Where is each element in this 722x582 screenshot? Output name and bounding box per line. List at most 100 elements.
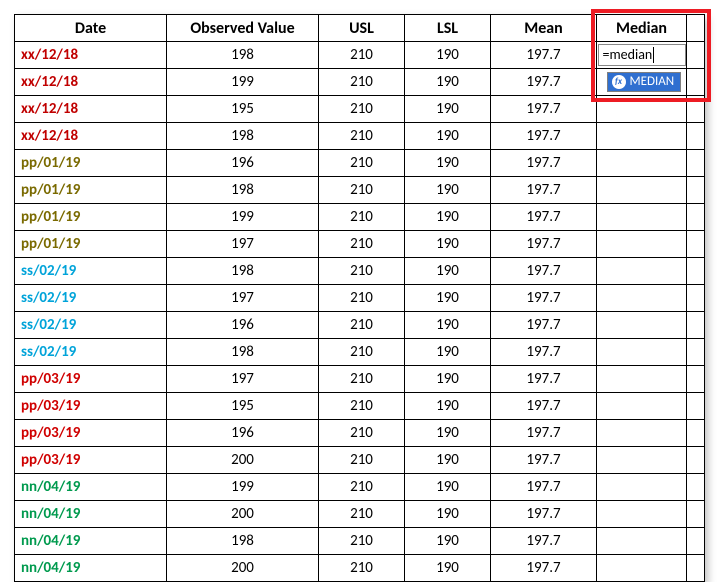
cell-usl[interactable]: 210 — [319, 447, 405, 474]
cell-median[interactable] — [597, 177, 687, 204]
cell-mean[interactable]: 197.7 — [491, 555, 597, 582]
cell-date[interactable]: pp/01/19 — [15, 231, 167, 258]
cell-lsl[interactable]: 190 — [405, 123, 491, 150]
cell-extra[interactable] — [687, 528, 705, 555]
cell-date[interactable]: ss/02/19 — [15, 312, 167, 339]
cell-extra[interactable] — [687, 555, 705, 582]
cell-observed[interactable]: 198 — [167, 177, 319, 204]
cell-median[interactable] — [597, 420, 687, 447]
cell-observed[interactable]: 196 — [167, 420, 319, 447]
cell-lsl[interactable]: 190 — [405, 447, 491, 474]
cell-usl[interactable]: 210 — [319, 339, 405, 366]
cell-usl[interactable]: 210 — [319, 204, 405, 231]
cell-median[interactable] — [597, 366, 687, 393]
cell-median[interactable] — [597, 528, 687, 555]
cell-extra[interactable] — [687, 501, 705, 528]
cell-observed[interactable]: 200 — [167, 555, 319, 582]
cell-median[interactable] — [597, 204, 687, 231]
cell-observed[interactable]: 198 — [167, 123, 319, 150]
cell-usl[interactable]: 210 — [319, 96, 405, 123]
cell-extra[interactable] — [687, 393, 705, 420]
cell-mean[interactable]: 197.7 — [491, 528, 597, 555]
cell-observed[interactable]: 198 — [167, 258, 319, 285]
header-usl[interactable]: USL — [319, 15, 405, 42]
cell-median[interactable] — [597, 150, 687, 177]
cell-observed[interactable]: 199 — [167, 69, 319, 96]
cell-usl[interactable]: 210 — [319, 69, 405, 96]
cell-mean[interactable]: 197.7 — [491, 312, 597, 339]
cell-usl[interactable]: 210 — [319, 366, 405, 393]
cell-extra[interactable] — [687, 150, 705, 177]
cell-date[interactable]: pp/03/19 — [15, 393, 167, 420]
cell-lsl[interactable]: 190 — [405, 501, 491, 528]
cell-lsl[interactable]: 190 — [405, 420, 491, 447]
cell-mean[interactable]: 197.7 — [491, 501, 597, 528]
cell-mean[interactable]: 197.7 — [491, 69, 597, 96]
cell-observed[interactable]: 195 — [167, 393, 319, 420]
cell-date[interactable]: nn/04/19 — [15, 528, 167, 555]
cell-usl[interactable]: 210 — [319, 528, 405, 555]
cell-mean[interactable]: 197.7 — [491, 177, 597, 204]
formula-input[interactable]: =median — [598, 44, 686, 66]
cell-lsl[interactable]: 190 — [405, 258, 491, 285]
cell-usl[interactable]: 210 — [319, 231, 405, 258]
cell-median[interactable] — [597, 474, 687, 501]
cell-mean[interactable]: 197.7 — [491, 231, 597, 258]
cell-observed[interactable]: 195 — [167, 96, 319, 123]
cell-usl[interactable]: 210 — [319, 420, 405, 447]
autocomplete-item-median[interactable]: fx MEDIAN — [608, 73, 681, 91]
cell-extra[interactable] — [687, 447, 705, 474]
cell-median[interactable] — [597, 96, 687, 123]
cell-lsl[interactable]: 190 — [405, 42, 491, 69]
cell-extra[interactable] — [687, 42, 705, 69]
cell-usl[interactable]: 210 — [319, 150, 405, 177]
cell-date[interactable]: pp/01/19 — [15, 177, 167, 204]
cell-extra[interactable] — [687, 474, 705, 501]
cell-mean[interactable]: 197.7 — [491, 258, 597, 285]
cell-mean[interactable]: 197.7 — [491, 447, 597, 474]
cell-extra[interactable] — [687, 69, 705, 96]
cell-observed[interactable]: 199 — [167, 204, 319, 231]
cell-mean[interactable]: 197.7 — [491, 420, 597, 447]
cell-extra[interactable] — [687, 258, 705, 285]
header-lsl[interactable]: LSL — [405, 15, 491, 42]
cell-observed[interactable]: 196 — [167, 312, 319, 339]
cell-extra[interactable] — [687, 123, 705, 150]
cell-lsl[interactable]: 190 — [405, 231, 491, 258]
cell-usl[interactable]: 210 — [319, 42, 405, 69]
cell-usl[interactable]: 210 — [319, 501, 405, 528]
cell-extra[interactable] — [687, 312, 705, 339]
cell-lsl[interactable]: 190 — [405, 285, 491, 312]
cell-median[interactable] — [597, 285, 687, 312]
cell-extra[interactable] — [687, 177, 705, 204]
cell-lsl[interactable]: 190 — [405, 150, 491, 177]
cell-lsl[interactable]: 190 — [405, 528, 491, 555]
cell-median[interactable] — [597, 312, 687, 339]
cell-mean[interactable]: 197.7 — [491, 42, 597, 69]
cell-date[interactable]: pp/03/19 — [15, 366, 167, 393]
cell-observed[interactable]: 197 — [167, 366, 319, 393]
cell-usl[interactable]: 210 — [319, 123, 405, 150]
cell-date[interactable]: pp/01/19 — [15, 204, 167, 231]
cell-mean[interactable]: 197.7 — [491, 204, 597, 231]
cell-observed[interactable]: 198 — [167, 339, 319, 366]
formula-autocomplete[interactable]: fx MEDIAN — [607, 72, 682, 92]
cell-lsl[interactable]: 190 — [405, 393, 491, 420]
cell-extra[interactable] — [687, 420, 705, 447]
cell-median[interactable] — [597, 393, 687, 420]
cell-mean[interactable]: 197.7 — [491, 366, 597, 393]
cell-median[interactable] — [597, 123, 687, 150]
cell-lsl[interactable]: 190 — [405, 204, 491, 231]
cell-lsl[interactable]: 190 — [405, 366, 491, 393]
cell-mean[interactable]: 197.7 — [491, 393, 597, 420]
cell-usl[interactable]: 210 — [319, 258, 405, 285]
cell-date[interactable]: ss/02/19 — [15, 258, 167, 285]
cell-usl[interactable]: 210 — [319, 312, 405, 339]
cell-date[interactable]: ss/02/19 — [15, 339, 167, 366]
cell-lsl[interactable]: 190 — [405, 339, 491, 366]
cell-date[interactable]: xx/12/18 — [15, 123, 167, 150]
cell-extra[interactable] — [687, 96, 705, 123]
cell-mean[interactable]: 197.7 — [491, 474, 597, 501]
cell-date[interactable]: nn/04/19 — [15, 555, 167, 582]
cell-median[interactable] — [597, 339, 687, 366]
